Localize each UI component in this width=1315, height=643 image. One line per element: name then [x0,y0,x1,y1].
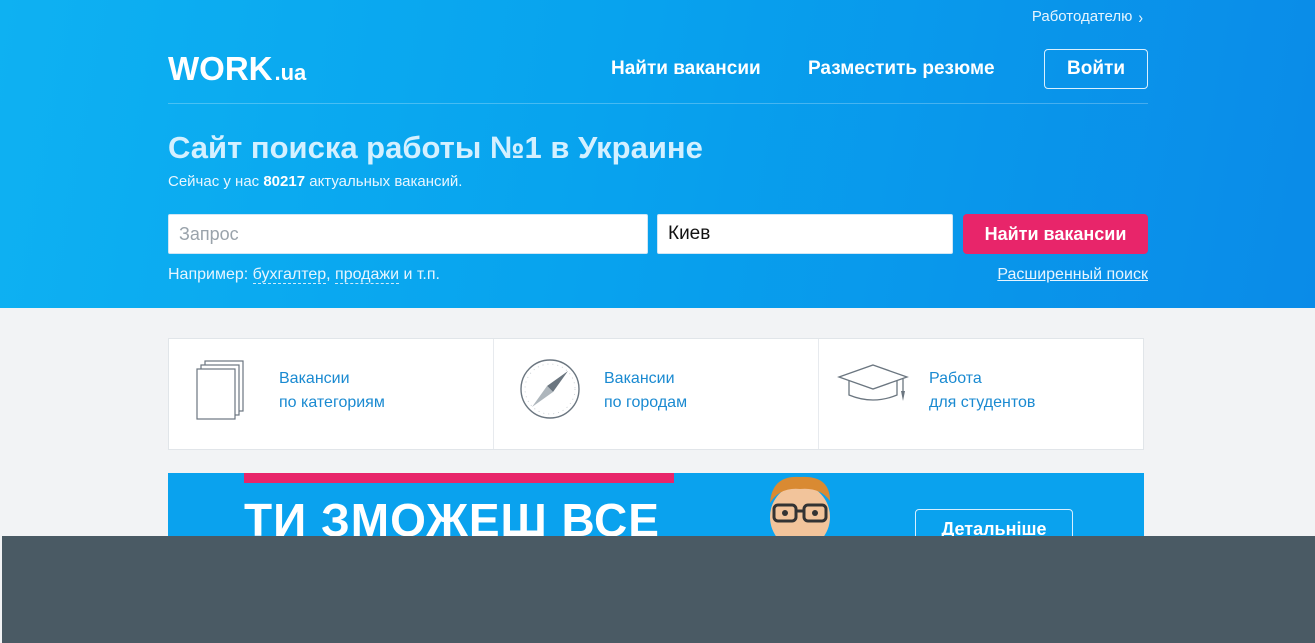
nav-find-jobs[interactable]: Найти вакансии [611,58,761,80]
quick-link-cities-text: Вакансии по городам [604,367,687,415]
quick-link-students-line2: для студентов [929,394,1036,411]
search-examples: Например: бухгалтер, продажи и т.п. [168,266,440,284]
chevron-right-icon: › [1138,6,1143,27]
logo-main: WORK [168,50,273,87]
quick-link-categories-line1: Вакансии [279,370,350,387]
graduation-cap-icon [837,364,909,401]
vacancy-count-text: Сейчас у нас 80217 актуальных вакансий. [168,173,462,190]
subtitle-suffix: актуальных вакансий. [309,173,463,190]
page-title: Сайт поиска работы №1 в Украине [168,130,703,165]
quick-link-categories-line2: по категориям [279,394,385,411]
quick-link-students[interactable]: Работа для студентов [818,339,1143,449]
subtitle-prefix: Сейчас у нас [168,173,260,190]
hero-header: Работодателю › WORK .ua Найти вакансии Р… [0,0,1315,308]
quick-links: Вакансии по категориям Вакансии по город… [168,338,1144,450]
quick-link-cities-line1: Вакансии [604,370,675,387]
compass-icon [520,359,580,419]
search-submit-button[interactable]: Найти вакансии [963,214,1148,254]
search-query-input[interactable] [168,214,648,254]
quick-link-cities[interactable]: Вакансии по городам [493,339,818,449]
quick-link-categories[interactable]: Вакансии по категориям [169,339,493,449]
employer-link[interactable]: Работодателю › [1031,6,1143,27]
advanced-search-link[interactable]: Расширенный поиск [997,266,1148,284]
city-input[interactable] [657,214,953,254]
example-link-sales[interactable]: продажи [335,266,400,284]
example-link-accountant[interactable]: бухгалтер [252,266,327,284]
login-button[interactable]: Войти [1044,49,1148,89]
examples-prefix: Например: [168,266,249,283]
quick-link-categories-text: Вакансии по категориям [279,367,385,415]
logo-suffix: .ua [274,60,307,85]
documents-icon [196,360,244,420]
quick-link-cities-line2: по городам [604,394,688,411]
bottom-overlay [2,536,1315,643]
nav-post-resume[interactable]: Разместить резюме [808,58,995,80]
banner-accent-bar [244,473,674,483]
header-divider [168,103,1148,104]
examples-suffix: и т.п. [403,266,440,283]
site-logo[interactable]: WORK .ua [168,52,306,86]
employer-link-label: Работодателю [1031,8,1133,25]
mascot-illustration [770,476,830,543]
vacancy-count: 80217 [263,173,306,190]
quick-link-students-text: Работа для студентов [929,367,1035,415]
quick-link-students-line1: Работа [929,370,982,387]
